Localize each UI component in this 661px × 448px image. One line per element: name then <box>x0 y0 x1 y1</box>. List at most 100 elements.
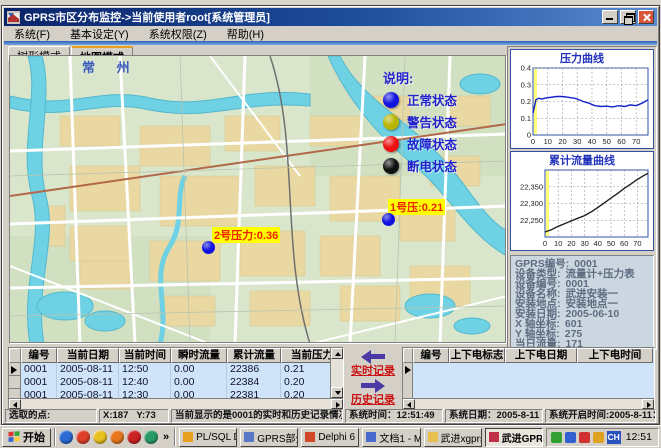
map-marker-2[interactable]: 2号压力:0.36 <box>212 226 280 244</box>
pressure-chart-box: 压力曲线 00.10.20.30.4010203040506070 <box>510 49 654 149</box>
volume-tray-icon[interactable] <box>565 432 576 443</box>
quick-launch-overflow-button[interactable]: » <box>161 431 171 443</box>
svg-text:70: 70 <box>633 239 641 248</box>
minimize-button[interactable] <box>602 10 618 24</box>
cell: 22384 <box>227 376 281 389</box>
screen: GPRS市区分布监控->当前使用者root[系统管理员] 系统(F) 基本设定(… <box>0 0 661 448</box>
media-player-icon[interactable] <box>76 430 90 444</box>
globe-icon[interactable] <box>144 430 158 444</box>
folder-icon <box>428 432 438 442</box>
column-header-power-flag[interactable]: 上下电标志 <box>449 348 505 363</box>
pressure-chart: 00.10.20.30.4010203040506070 <box>511 63 653 147</box>
svg-text:10: 10 <box>554 239 562 248</box>
menu-system[interactable]: 系统(F) <box>14 26 50 42</box>
task-button-plsql[interactable]: PL/SQL Dev... <box>179 428 237 447</box>
utility-icon[interactable] <box>93 430 107 444</box>
task-button-label: PL/SQL Dev... <box>196 432 237 443</box>
antivirus-tray-icon[interactable] <box>579 432 590 443</box>
task-button-word-doc[interactable]: 文档1 - Mic... <box>362 428 420 447</box>
svg-text:50: 50 <box>603 137 611 146</box>
svg-text:22,250: 22,250 <box>520 216 543 225</box>
menu-help[interactable]: 帮助(H) <box>227 26 264 42</box>
column-header-power-date[interactable]: 上下电日期 <box>505 348 577 363</box>
poweroff-status-dot-icon <box>383 158 399 174</box>
task-button-wujin-gprs[interactable]: 武进GPRS... <box>485 428 543 447</box>
marker-2-label: 2号压力:0.36 <box>212 227 280 243</box>
svg-text:50: 50 <box>607 239 615 248</box>
row-selector-icon <box>9 363 21 376</box>
task-button-folder[interactable]: 武进xgprs <box>424 428 482 447</box>
column-header-power-time[interactable]: 上下电时间 <box>577 348 653 363</box>
power-event-table: 编号 上下电标志 上下电日期 上下电时间 <box>402 347 655 410</box>
task-button-label: 武进xgprs <box>441 430 482 445</box>
cell: 2005-08-11 <box>57 363 119 376</box>
realtime-record-button[interactable]: 实时记录 <box>351 364 395 378</box>
start-button[interactable]: 开始 <box>2 428 51 447</box>
column-header-id[interactable]: 编号 <box>413 348 449 363</box>
wujin-gprs-app-icon <box>489 432 499 442</box>
realtime-arrow-icon[interactable] <box>358 350 388 363</box>
browser-icon[interactable] <box>59 430 73 444</box>
close-button[interactable] <box>638 10 654 24</box>
record-table-header: 编号 当前日期 当前时间 瞬时流量 累计流量 当前压力 <box>9 348 343 363</box>
column-header-id[interactable]: 编号 <box>21 348 57 363</box>
marker-2-dot-icon[interactable] <box>202 241 215 254</box>
column-header-date[interactable]: 当前日期 <box>57 348 119 363</box>
menu-basic-settings[interactable]: 基本设定(Y) <box>70 26 129 42</box>
empty-table-body[interactable] <box>403 363 654 399</box>
map-marker-1[interactable]: 1号压:0.21 <box>388 198 445 216</box>
delphi-app-icon <box>305 432 315 442</box>
record-table-vscrollbar[interactable] <box>330 348 343 398</box>
toolbar-strip <box>4 41 657 45</box>
download-tool-icon[interactable] <box>110 430 124 444</box>
svg-text:40: 40 <box>588 137 596 146</box>
status-system-start-time: 系统开启时间:2005-8-11：12:49:59 <box>545 409 656 423</box>
scroll-up-icon[interactable] <box>331 348 343 359</box>
column-header-inst-flow[interactable]: 瞬时流量 <box>171 348 227 363</box>
table-row[interactable]: 0001 2005-08-11 12:40 0.00 22384 0.20 <box>9 376 343 389</box>
flow-chart-title: 累计流量曲线 <box>511 152 653 165</box>
history-record-button[interactable]: 历史记录 <box>351 393 395 407</box>
legend-item-label: 正常状态 <box>407 90 457 109</box>
normal-status-dot-icon <box>383 92 399 108</box>
scroll-down-icon[interactable] <box>331 387 343 398</box>
plsql-app-icon <box>183 432 193 442</box>
task-button-label: 武进GPRS... <box>502 430 543 445</box>
task-button-gprs-doc[interactable]: GPRS部分.... <box>240 428 298 447</box>
warning-status-dot-icon <box>383 114 399 130</box>
svg-text:30: 30 <box>580 239 588 248</box>
messenger-icon[interactable] <box>127 430 141 444</box>
legend-item-label: 警告状态 <box>407 112 457 131</box>
city-map[interactable]: 常 州 说明: 正常状态 警告状态 故障状态 断电状态 <box>9 55 506 343</box>
menu-permissions[interactable]: 系统权限(Z) <box>149 26 207 42</box>
column-header-cum-flow[interactable]: 累计流量 <box>227 348 281 363</box>
city-name-label: 常 州 <box>82 57 139 76</box>
svg-text:60: 60 <box>617 137 625 146</box>
marker-1-dot-icon[interactable] <box>382 213 395 226</box>
task-button-label: GPRS部分.... <box>257 430 298 445</box>
quick-launch-bar: » <box>59 430 171 444</box>
app-icon[interactable] <box>7 11 20 24</box>
updater-tray-icon[interactable] <box>593 432 604 443</box>
cell: 22386 <box>227 363 281 376</box>
task-button-delphi[interactable]: Delphi 6 <box>301 428 359 447</box>
status-point-label: 选取的点: <box>5 409 97 423</box>
system-tray: CH 12:51 <box>546 428 659 447</box>
restore-button[interactable] <box>620 10 636 24</box>
device-info-panel: GPRS编号:0001 设备类型:流量计+压力表 设备编号:0001 设备名称:… <box>510 255 654 348</box>
legend-item-label: 故障状态 <box>407 134 457 153</box>
status-message: 当前显示的是0001的实时和历史记录情况! <box>171 409 343 423</box>
status-system-time: 系统时间：12:51:49 <box>345 409 443 423</box>
language-indicator[interactable]: CH <box>607 431 621 444</box>
taskbar-clock: 12:51 <box>624 431 654 443</box>
legend-item-warning: 警告状态 <box>383 112 495 131</box>
history-arrow-icon[interactable] <box>358 379 388 392</box>
table-row[interactable]: 0001 2005-08-11 12:50 0.00 22386 0.21 <box>9 363 343 376</box>
word-doc-icon <box>366 432 376 442</box>
taskbar-separator <box>174 428 176 446</box>
column-header-time[interactable]: 当前时间 <box>119 348 171 363</box>
legend-title: 说明: <box>383 68 495 87</box>
network-tray-icon[interactable] <box>551 432 562 443</box>
svg-text:60: 60 <box>620 239 628 248</box>
menu-bar: 系统(F) 基本设定(Y) 系统权限(Z) 帮助(H) <box>4 27 657 41</box>
